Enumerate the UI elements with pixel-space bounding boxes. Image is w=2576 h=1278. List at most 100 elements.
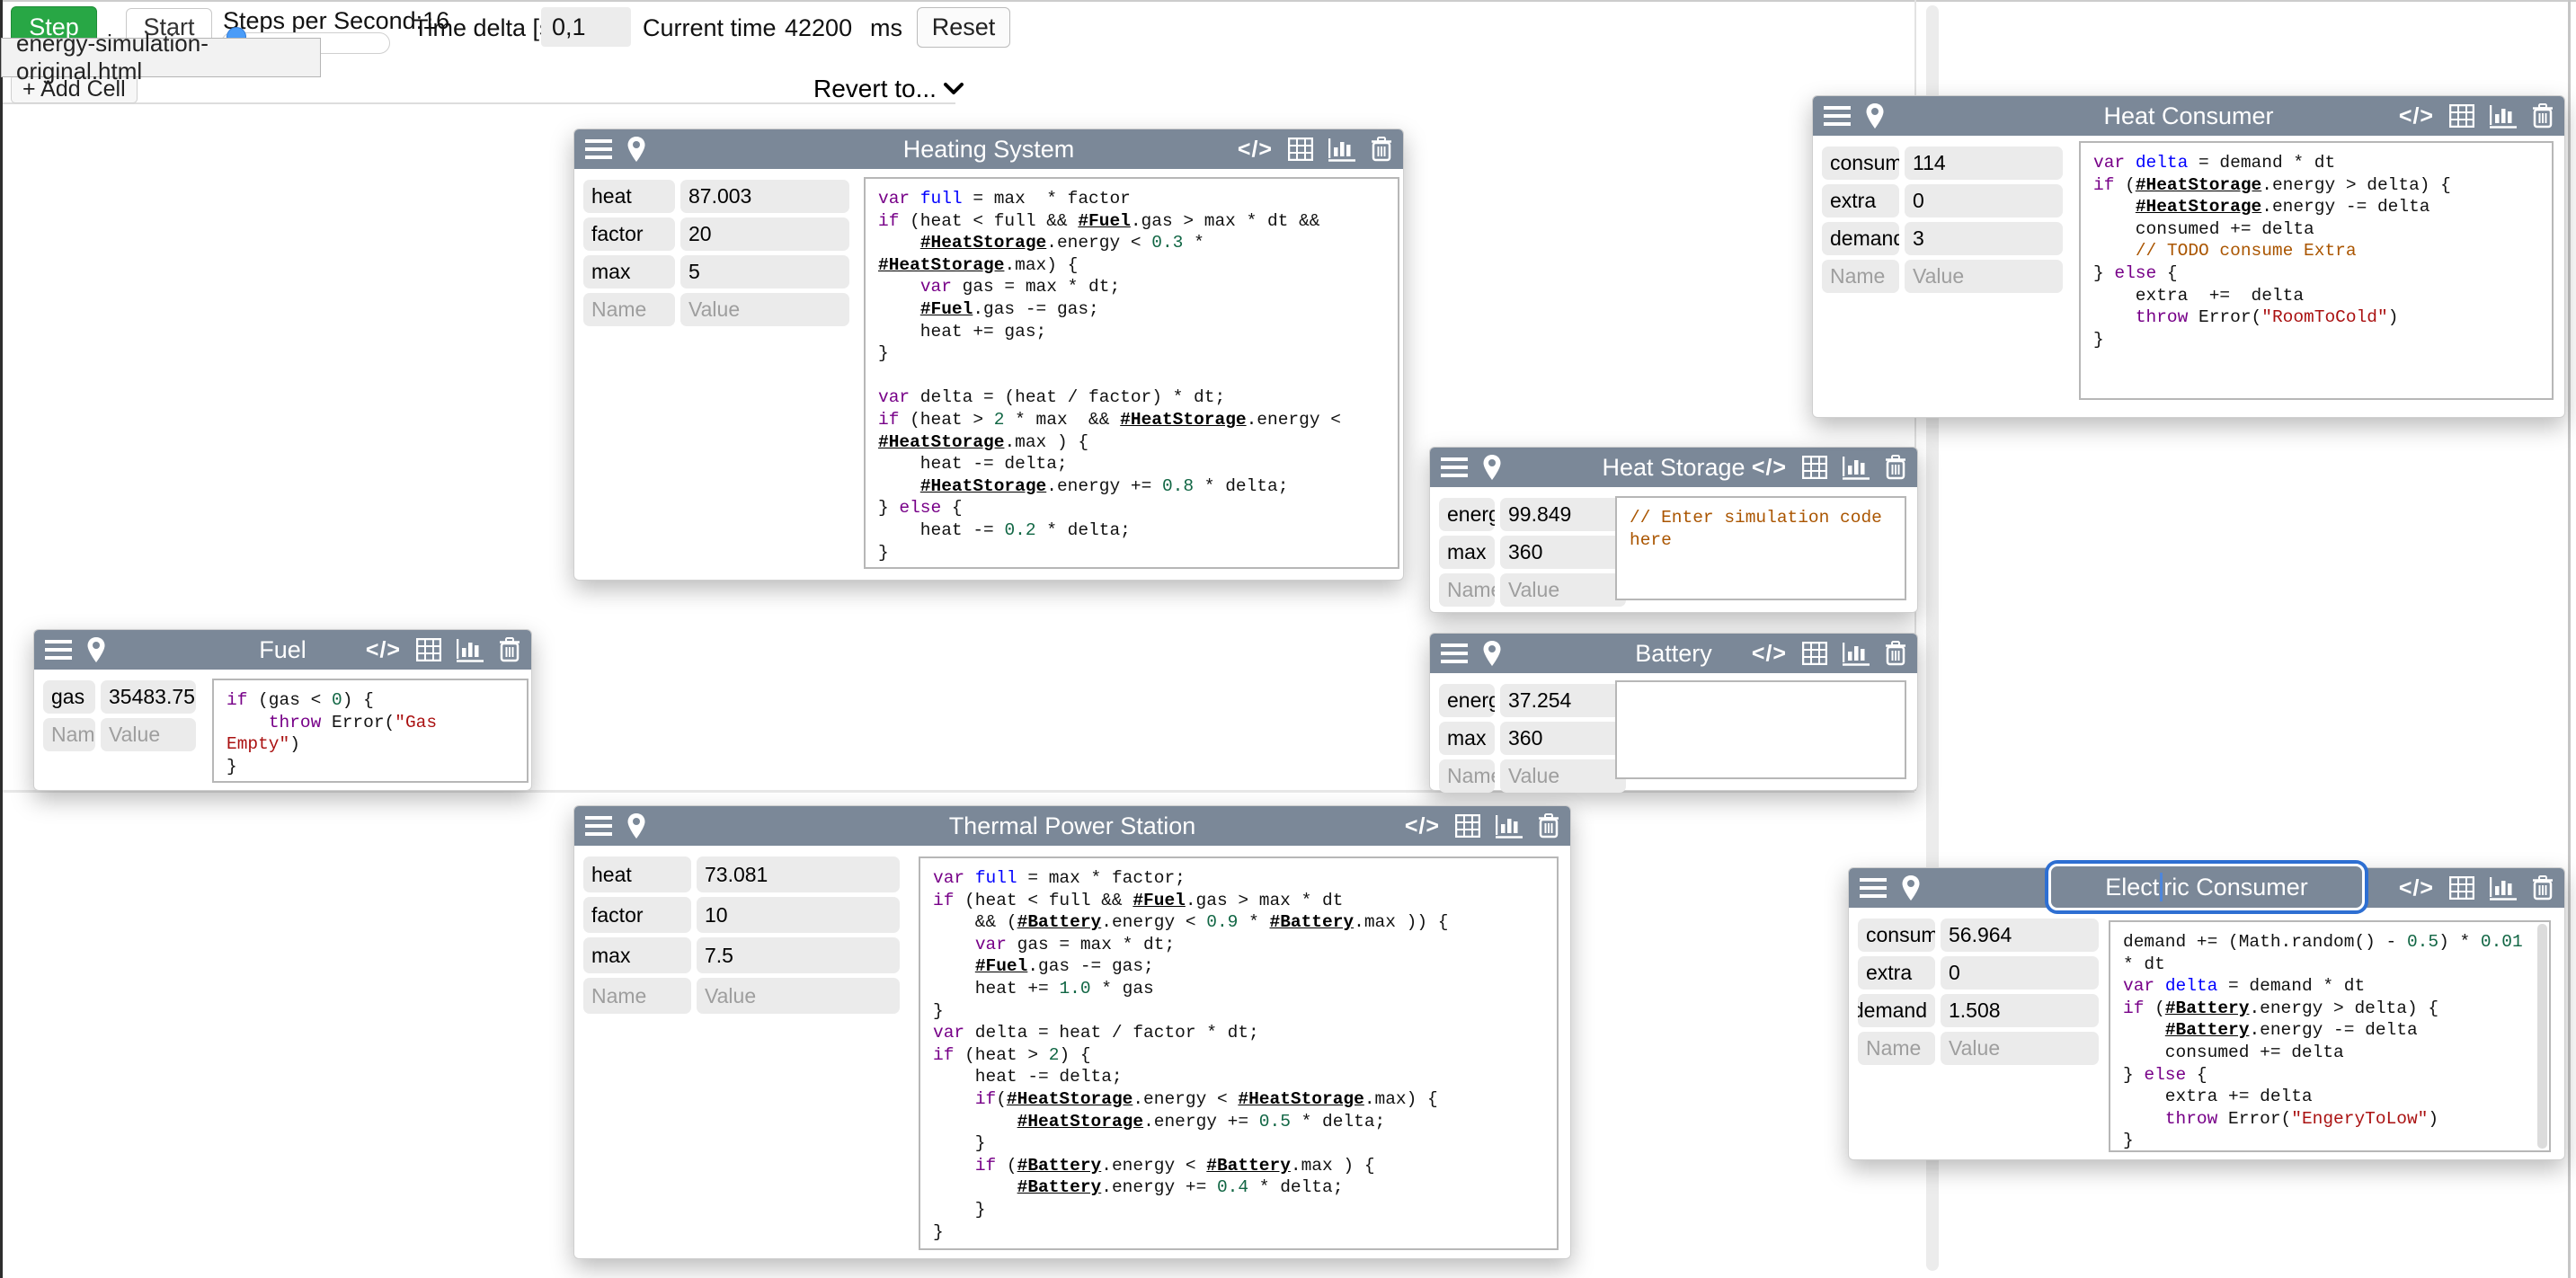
table-icon[interactable] [1802,642,1827,665]
trash-icon[interactable] [1885,455,1906,480]
param-name-input[interactable]: factor [583,217,675,251]
param-name-input[interactable]: heat [583,856,691,892]
code-editor[interactable] [1615,680,1906,779]
code-editor[interactable]: var delta = demand * dtif (#HeatStorage.… [2079,141,2554,400]
param-value-input[interactable]: Value [1500,759,1626,793]
pin-icon[interactable] [1865,102,1885,129]
param-name-input[interactable]: max [1439,722,1495,755]
param-name-input[interactable]: demand [1822,222,1899,255]
param-value-input[interactable]: 5 [680,255,849,288]
cell-header[interactable]: Heat Consumer </> [1813,96,2564,136]
code-icon[interactable]: </> [366,639,401,661]
cell-title-input[interactable]: Electric Consumer [2048,864,2365,910]
param-name-input[interactable]: max [1439,536,1495,569]
param-name-input[interactable]: Name [1822,260,1899,293]
cell-header[interactable]: Battery </> [1430,634,1917,673]
table-icon[interactable] [1455,814,1480,838]
code-icon[interactable]: </> [2399,877,2434,900]
table-icon[interactable] [1802,456,1827,479]
trash-icon[interactable] [1885,641,1906,666]
revert-to-dropdown[interactable]: Revert to... [813,75,964,103]
chart-icon[interactable] [1328,137,1355,162]
code-editor[interactable]: // Enter simulation codehere [1615,496,1906,600]
param-value-input[interactable]: 73.081 [697,856,900,892]
param-value-input[interactable]: 20 [680,217,849,251]
cell-header[interactable]: </> Electric Consumer [1849,868,2564,908]
table-icon[interactable] [2449,876,2474,900]
param-value-input[interactable]: Value [101,718,196,751]
param-name-input[interactable]: energy [1439,684,1495,717]
chart-icon[interactable] [1843,641,1870,666]
param-name-input[interactable]: demand [1858,994,1935,1027]
param-name-input[interactable]: extra [1858,956,1935,990]
chart-icon[interactable] [2490,875,2517,901]
param-value-input[interactable]: Value [680,293,849,326]
code-icon[interactable]: </> [1238,138,1273,161]
param-value-input[interactable]: 35483.75 [101,680,196,714]
pin-icon[interactable] [626,136,646,163]
param-value-input[interactable]: 1.508 [1941,994,2099,1027]
panel-title[interactable]: Heating System [903,136,1075,164]
param-value-input[interactable]: 0 [1905,184,2063,217]
param-value-input[interactable]: 360 [1500,722,1626,755]
trash-icon[interactable] [1538,813,1559,839]
param-name-input[interactable]: max [583,937,691,973]
chart-icon[interactable] [1843,455,1870,480]
param-name-input[interactable]: heat [583,180,675,213]
param-value-input[interactable]: Value [697,978,900,1014]
code-editor[interactable]: demand += (Math.random() - 0.5) * 0.01* … [2109,920,2551,1152]
menu-icon[interactable] [45,639,72,661]
param-value-input[interactable]: 0 [1941,956,2099,990]
param-value-input[interactable]: 10 [697,897,900,933]
param-name-input[interactable]: max [583,255,675,288]
table-icon[interactable] [2449,104,2474,128]
chart-icon[interactable] [457,637,484,662]
param-name-input[interactable]: Name [1439,759,1495,793]
param-name-input[interactable]: Name [583,978,691,1014]
param-value-input[interactable]: 37.254 [1500,684,1626,717]
code-icon[interactable]: </> [2399,105,2434,128]
time-delta-input[interactable]: 0,1 [541,7,631,47]
param-name-input[interactable]: gas [43,680,95,714]
param-value-input[interactable]: 99.849 [1500,498,1626,531]
table-icon[interactable] [416,638,441,661]
param-name-input[interactable]: energy [1439,498,1495,531]
param-value-input[interactable]: 87.003 [680,180,849,213]
trash-icon[interactable] [2532,103,2554,129]
menu-icon[interactable] [585,815,612,837]
code-editor[interactable]: var full = max * factorif (heat < full &… [864,177,1399,569]
trash-icon[interactable] [499,637,520,662]
cell-header[interactable]: Heating System </> [574,129,1403,169]
table-icon[interactable] [1288,138,1313,161]
param-value-input[interactable]: 3 [1905,222,2063,255]
code-editor[interactable]: if (gas < 0) { throw Error("GasEmpty")} [212,679,529,783]
code-editor-scrollbar[interactable] [2537,924,2547,1149]
pin-icon[interactable] [626,812,646,839]
panel-title[interactable]: Battery [1635,640,1712,668]
chart-icon[interactable] [1496,813,1523,839]
code-icon[interactable]: </> [1405,815,1440,838]
code-icon[interactable]: </> [1752,643,1787,665]
pin-icon[interactable] [1482,454,1502,481]
param-value-input[interactable]: 360 [1500,536,1626,569]
param-value-input[interactable]: 7.5 [697,937,900,973]
menu-icon[interactable] [1860,877,1887,899]
reset-button[interactable]: Reset [917,7,1010,48]
param-name-input[interactable]: extra [1822,184,1899,217]
panel-title[interactable]: Thermal Power Station [949,812,1196,840]
menu-icon[interactable] [1441,643,1468,664]
code-editor[interactable]: var full = max * factor;if (heat < full … [919,856,1559,1250]
param-value-input[interactable]: 56.964 [1941,919,2099,952]
trash-icon[interactable] [1371,137,1392,162]
param-value-input[interactable]: 114 [1905,146,2063,180]
chart-icon[interactable] [2490,103,2517,129]
pin-icon[interactable] [86,636,106,663]
param-name-input[interactable]: Name [1439,573,1495,607]
menu-icon[interactable] [585,138,612,160]
cell-header[interactable]: Thermal Power Station </> [574,806,1570,846]
param-name-input[interactable]: Name [1858,1032,1935,1065]
menu-icon[interactable] [1441,457,1468,478]
param-name-input[interactable]: consumed [1822,146,1899,180]
menu-icon[interactable] [1824,105,1851,127]
panel-title[interactable]: Heat Storage [1602,454,1745,482]
